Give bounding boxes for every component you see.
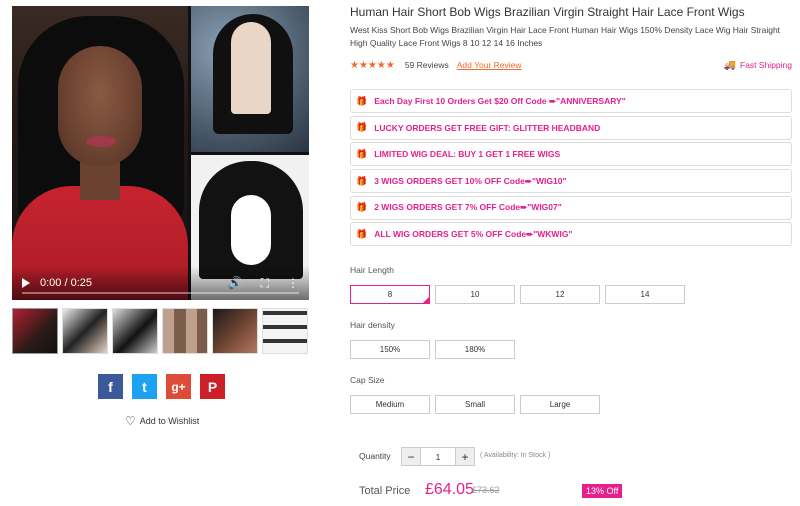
model-photo: [12, 6, 188, 300]
hair-length-options: 8 10 12 14: [350, 285, 685, 304]
gift-icon: 🎁: [356, 148, 368, 159]
reviews-count: 59 Reviews: [404, 60, 449, 70]
original-price: £73.62: [472, 485, 500, 495]
product-title: Human Hair Short Bob Wigs Brazilian Virg…: [350, 5, 745, 19]
hair-density-label: Hair density: [350, 320, 395, 330]
video-progress-bar[interactable]: [22, 292, 299, 294]
promo-item: 🎁 Each Day First 10 Orders Get $20 Off Co…: [350, 89, 792, 113]
discount-badge: 13% Off: [582, 484, 623, 498]
length-option-8[interactable]: 8: [350, 285, 430, 304]
rating-row: ★★★★★ 59 Reviews Add Your Review 🚚 Fast …: [350, 58, 792, 72]
thumbnail-2[interactable]: [62, 308, 108, 354]
hair-length-label: Hair Length: [350, 265, 394, 275]
pinterest-icon[interactable]: P: [200, 374, 225, 399]
thumbnail-4[interactable]: [162, 308, 208, 354]
video-controls: 0:00 / 0:25 🔊 ⛶ ⋮: [12, 266, 309, 300]
wig-back-photo: [191, 6, 309, 152]
availability-text: ( Availability: In Stock ): [480, 452, 551, 459]
current-price: £64.05: [425, 481, 474, 498]
truck-icon: 🚚: [723, 59, 737, 71]
length-option-12[interactable]: 12: [520, 285, 600, 304]
hair-density-options: 150% 180%: [350, 340, 515, 359]
heart-icon: ♡: [125, 414, 136, 428]
gift-icon: 🎁: [356, 202, 368, 213]
cap-size-label: Cap Size: [350, 375, 385, 385]
quantity-decrease-button[interactable]: −: [401, 447, 421, 466]
quantity-increase-button[interactable]: +: [455, 447, 475, 466]
add-to-wishlist-link[interactable]: ♡ Add to Wishlist: [125, 414, 199, 428]
googleplus-icon[interactable]: g+: [166, 374, 191, 399]
fast-shipping-label: Fast Shipping: [740, 60, 792, 70]
density-option-180[interactable]: 180%: [435, 340, 515, 359]
thumbnail-1[interactable]: [12, 308, 58, 354]
wishlist-label: Add to Wishlist: [139, 416, 200, 426]
product-video[interactable]: 0:00 / 0:25 🔊 ⛶ ⋮: [12, 6, 309, 300]
social-share: f t g+ P: [98, 374, 225, 399]
length-option-14[interactable]: 14: [605, 285, 685, 304]
volume-icon[interactable]: 🔊: [228, 276, 243, 290]
promo-item: 🎁 2 WIGS ORDERS GET 7% OFF Code➨"WIG07": [350, 195, 792, 220]
rating-stars: ★★★★★: [350, 59, 395, 71]
promo-item: 🎁 LUCKY ORDERS GET FREE GIFT: GLITTER HEA…: [350, 115, 792, 140]
play-icon[interactable]: [22, 278, 30, 288]
quantity-stepper: − 1 +: [401, 447, 475, 466]
video-time: 0:00 / 0:25: [40, 277, 92, 289]
gift-icon: 🎁: [356, 95, 368, 106]
gift-icon: 🎁: [356, 175, 368, 186]
facebook-icon[interactable]: f: [98, 374, 123, 399]
product-subtitle: West Kiss Short Bob Wigs Brazilian Virgi…: [350, 25, 781, 48]
promo-text: LIMITED WIG DEAL: BUY 1 GET 1 FREE WIGS: [374, 149, 561, 160]
thumbnail-5[interactable]: [212, 308, 258, 354]
cap-option-small[interactable]: Small: [435, 395, 515, 414]
promo-text: 3 WIGS ORDERS GET 10% OFF Code➨"WIG10": [374, 175, 567, 186]
add-review-link[interactable]: Add Your Review: [457, 60, 522, 70]
length-option-10[interactable]: 10: [435, 285, 515, 304]
cap-option-large[interactable]: Large: [520, 395, 600, 414]
thumbnail-strip: [12, 308, 308, 354]
promo-text: 2 WIGS ORDERS GET 7% OFF Code➨"WIG07": [374, 202, 562, 213]
thumbnail-3[interactable]: [112, 308, 158, 354]
fullscreen-icon[interactable]: ⛶: [261, 276, 269, 291]
promo-item: 🎁 LIMITED WIG DEAL: BUY 1 GET 1 FREE WIGS: [350, 142, 792, 167]
cap-option-medium[interactable]: Medium: [350, 395, 430, 414]
gift-icon: 🎁: [356, 122, 368, 133]
promo-item: 🎁 3 WIGS ORDERS GET 10% OFF Code➨"WIG10": [350, 169, 792, 194]
cap-size-options: Medium Small Large: [350, 395, 600, 414]
promo-text: Each Day First 10 Orders Get $20 Off Cod…: [374, 95, 626, 106]
promo-text: LUCKY ORDERS GET FREE GIFT: GLITTER HEAD…: [374, 122, 601, 133]
fast-shipping-link[interactable]: 🚚 Fast Shipping: [724, 60, 792, 71]
promo-item: 🎁 ALL WIG ORDERS GET 5% OFF Code➨"WKWIG": [350, 222, 792, 247]
more-options-icon[interactable]: ⋮: [287, 276, 299, 290]
quantity-label: Quantity: [359, 451, 391, 461]
thumbnail-6[interactable]: [262, 308, 308, 354]
promo-list: 🎁 Each Day First 10 Orders Get $20 Off Co…: [350, 89, 792, 249]
density-option-150[interactable]: 150%: [350, 340, 430, 359]
twitter-icon[interactable]: t: [132, 374, 157, 399]
quantity-input[interactable]: 1: [421, 447, 455, 466]
total-price-label: Total Price: [359, 485, 411, 497]
gift-icon: 🎁: [356, 228, 368, 239]
promo-text: ALL WIG ORDERS GET 5% OFF Code➨"WKWIG": [374, 228, 573, 239]
